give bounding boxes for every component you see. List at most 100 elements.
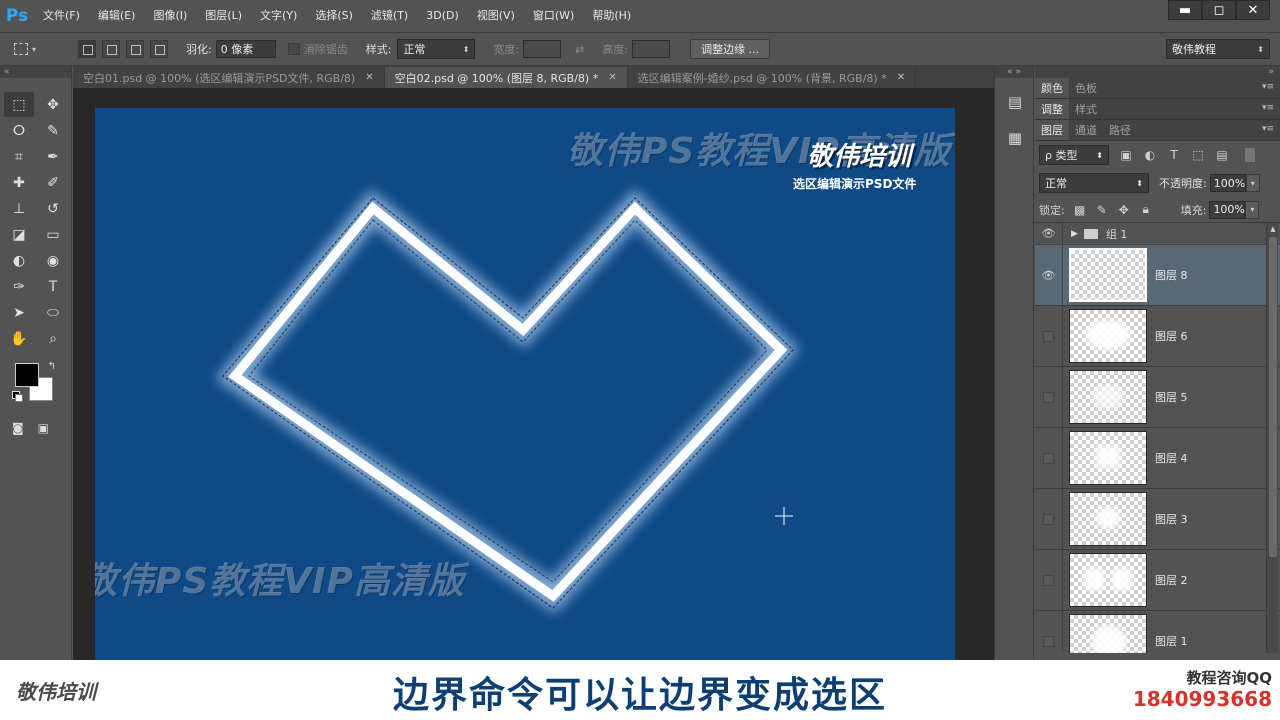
restore-button[interactable]: ◻ bbox=[1202, 0, 1236, 20]
lasso-tool-icon[interactable]: ⵔ bbox=[4, 118, 34, 143]
visibility-toggle[interactable] bbox=[1035, 306, 1063, 366]
menu-file[interactable]: 文件(F) bbox=[34, 0, 89, 32]
doc-tab-blank01[interactable]: 空白01.psd @ 100% (选区编辑演示PSD文件, RGB/8) ✕ bbox=[73, 67, 385, 88]
visibility-toggle[interactable] bbox=[1035, 550, 1063, 610]
gradient-tool-icon[interactable]: ▭ bbox=[38, 222, 68, 247]
menu-3d[interactable]: 3D(D) bbox=[417, 0, 468, 32]
tab-adjustments[interactable]: 调整 bbox=[1035, 99, 1069, 119]
history-brush-icon[interactable]: ↺ bbox=[38, 196, 68, 221]
filter-toggle[interactable] bbox=[1245, 148, 1255, 162]
layer-row[interactable]: 图层 4 bbox=[1035, 428, 1280, 489]
layer-row[interactable]: 图层 1 bbox=[1035, 611, 1280, 653]
menu-layer[interactable]: 图层(L) bbox=[196, 0, 251, 32]
move-tool-icon[interactable]: ✥ bbox=[38, 92, 68, 117]
feather-input[interactable]: 0 像素 bbox=[215, 40, 276, 58]
marquee-tool-icon[interactable]: ⬚ bbox=[4, 92, 34, 117]
adjustment-filter-icon[interactable]: ◐ bbox=[1143, 148, 1157, 162]
collapse-toolbar-icon[interactable]: « bbox=[0, 66, 71, 78]
add-selection-icon[interactable] bbox=[102, 40, 120, 58]
tab-channels[interactable]: 通道 bbox=[1069, 120, 1103, 140]
subtract-selection-icon[interactable] bbox=[126, 40, 144, 58]
menu-type[interactable]: 文字(Y) bbox=[251, 0, 306, 32]
eye-icon[interactable]: 👁︎ bbox=[1035, 245, 1063, 305]
layer-group-row[interactable]: 👁︎ ▶ 组 1 bbox=[1035, 223, 1280, 245]
intersect-selection-icon[interactable] bbox=[150, 40, 168, 58]
workspace-select[interactable]: 敬伟教程 ⬍ bbox=[1166, 39, 1270, 59]
pixel-filter-icon[interactable]: ▣ bbox=[1119, 148, 1133, 162]
tab-styles[interactable]: 样式 bbox=[1069, 99, 1103, 119]
default-colors-icon[interactable] bbox=[12, 391, 23, 402]
healing-brush-icon[interactable]: ✚ bbox=[4, 170, 34, 195]
lock-transparency-icon[interactable]: ▩ bbox=[1073, 203, 1087, 217]
layer-row[interactable]: 图层 3 bbox=[1035, 489, 1280, 550]
doc-tab-blank02[interactable]: 空白02.psd @ 100% (图层 8, RGB/8) * ✕ bbox=[384, 67, 628, 88]
dodge-tool-icon[interactable]: ◉ bbox=[38, 248, 68, 273]
menu-help[interactable]: 帮助(H) bbox=[583, 0, 640, 32]
lock-all-icon[interactable]: 🔒︎ bbox=[1139, 202, 1153, 217]
layer-row[interactable]: 👁︎ 图层 8 bbox=[1035, 245, 1280, 306]
panel-menu-icon[interactable]: ▾≡ bbox=[1262, 82, 1274, 92]
hand-tool-icon[interactable]: ✋ bbox=[4, 326, 34, 351]
opacity-dropdown-icon[interactable]: ▾ bbox=[1245, 174, 1260, 192]
close-button[interactable]: ✕ bbox=[1236, 0, 1270, 20]
clone-stamp-icon[interactable]: ⊥ bbox=[4, 196, 34, 221]
visibility-toggle[interactable] bbox=[1035, 489, 1063, 549]
filter-kind-select[interactable]: ρ 类型 ⬍ bbox=[1039, 145, 1109, 165]
path-select-icon[interactable]: ➤ bbox=[4, 300, 34, 325]
type-tool-icon[interactable]: T bbox=[38, 274, 68, 299]
layer-row[interactable]: 图层 5 bbox=[1035, 367, 1280, 428]
menu-image[interactable]: 图像(I) bbox=[144, 0, 196, 32]
crop-tool-icon[interactable]: ⌗ bbox=[4, 144, 34, 169]
smart-object-filter-icon[interactable]: ▤ bbox=[1215, 148, 1229, 162]
menu-select[interactable]: 选择(S) bbox=[306, 0, 362, 32]
visibility-toggle[interactable] bbox=[1035, 611, 1063, 653]
eyedropper-tool-icon[interactable]: ✒ bbox=[38, 144, 68, 169]
zoom-tool-icon[interactable]: ⌕ bbox=[38, 326, 68, 351]
collapse-panels-icon[interactable]: » bbox=[1035, 66, 1280, 78]
quick-mask-icon[interactable]: ◙ bbox=[12, 421, 24, 435]
foreground-color[interactable] bbox=[15, 363, 39, 387]
menu-edit[interactable]: 编辑(E) bbox=[89, 0, 145, 32]
blur-tool-icon[interactable]: ◐ bbox=[4, 248, 34, 273]
shape-tool-icon[interactable]: ⬭ bbox=[38, 300, 68, 325]
tool-preset-picker[interactable]: ▾ bbox=[14, 37, 62, 61]
scroll-up-icon[interactable]: ▲ bbox=[1267, 223, 1279, 235]
eye-icon[interactable]: 👁︎ bbox=[1035, 223, 1063, 244]
menu-view[interactable]: 视图(V) bbox=[468, 0, 524, 32]
new-selection-icon[interactable] bbox=[78, 40, 96, 58]
quick-select-tool-icon[interactable]: ✎ bbox=[38, 118, 68, 143]
menu-filter[interactable]: 滤镜(T) bbox=[362, 0, 417, 32]
layer-row[interactable]: 图层 6 bbox=[1035, 306, 1280, 367]
refine-edge-button[interactable]: 调整边缘 ... bbox=[690, 39, 771, 59]
doc-tab-wedding[interactable]: 选区编辑案例-婚纱.psd @ 100% (背景, RGB/8) * ✕ bbox=[628, 67, 917, 88]
fill-dropdown-icon[interactable]: ▾ bbox=[1245, 200, 1260, 219]
swap-colors-icon[interactable]: ↰ bbox=[48, 361, 56, 372]
tab-layers[interactable]: 图层 bbox=[1035, 120, 1069, 140]
tab-color[interactable]: 颜色 bbox=[1035, 78, 1069, 98]
layer-row[interactable]: 图层 2 bbox=[1035, 550, 1280, 611]
close-icon[interactable]: ✕ bbox=[897, 72, 905, 83]
style-select[interactable]: 正常 ⬍ bbox=[397, 39, 476, 59]
tab-swatches[interactable]: 色板 bbox=[1069, 78, 1103, 98]
lock-pixels-icon[interactable]: ✎ bbox=[1095, 203, 1109, 217]
minimize-button[interactable]: ▬ bbox=[1168, 0, 1202, 20]
collapse-strip-icon[interactable]: « » bbox=[995, 66, 1033, 78]
lock-position-icon[interactable]: ✥ bbox=[1117, 203, 1131, 217]
type-filter-icon[interactable]: T bbox=[1167, 148, 1181, 162]
properties-panel-icon[interactable]: ▦ bbox=[1001, 126, 1029, 150]
tab-paths[interactable]: 路径 bbox=[1103, 120, 1137, 140]
history-panel-icon[interactable]: ▤ bbox=[1001, 90, 1029, 114]
eraser-tool-icon[interactable]: ◪ bbox=[4, 222, 34, 247]
opacity-input[interactable]: 100% bbox=[1209, 174, 1246, 192]
layers-scrollbar[interactable]: ▲ bbox=[1266, 223, 1278, 653]
shape-filter-icon[interactable]: ⬚ bbox=[1191, 148, 1205, 162]
menu-window[interactable]: 窗口(W) bbox=[524, 0, 583, 32]
close-icon[interactable]: ✕ bbox=[365, 72, 373, 83]
expand-arrow-icon[interactable]: ▶ bbox=[1071, 229, 1078, 239]
document-canvas[interactable]: 敬伟PS教程VIP高清版 敬伟培训 选区编辑演示PSD文件 敬伟PS教程VIP高… bbox=[95, 108, 955, 660]
close-icon[interactable]: ✕ bbox=[608, 72, 616, 83]
fill-input[interactable]: 100% bbox=[1209, 200, 1246, 219]
panel-menu-icon[interactable]: ▾≡ bbox=[1262, 103, 1274, 113]
blend-mode-select[interactable]: 正常 ⬍ bbox=[1039, 173, 1149, 193]
visibility-toggle[interactable] bbox=[1035, 367, 1063, 427]
